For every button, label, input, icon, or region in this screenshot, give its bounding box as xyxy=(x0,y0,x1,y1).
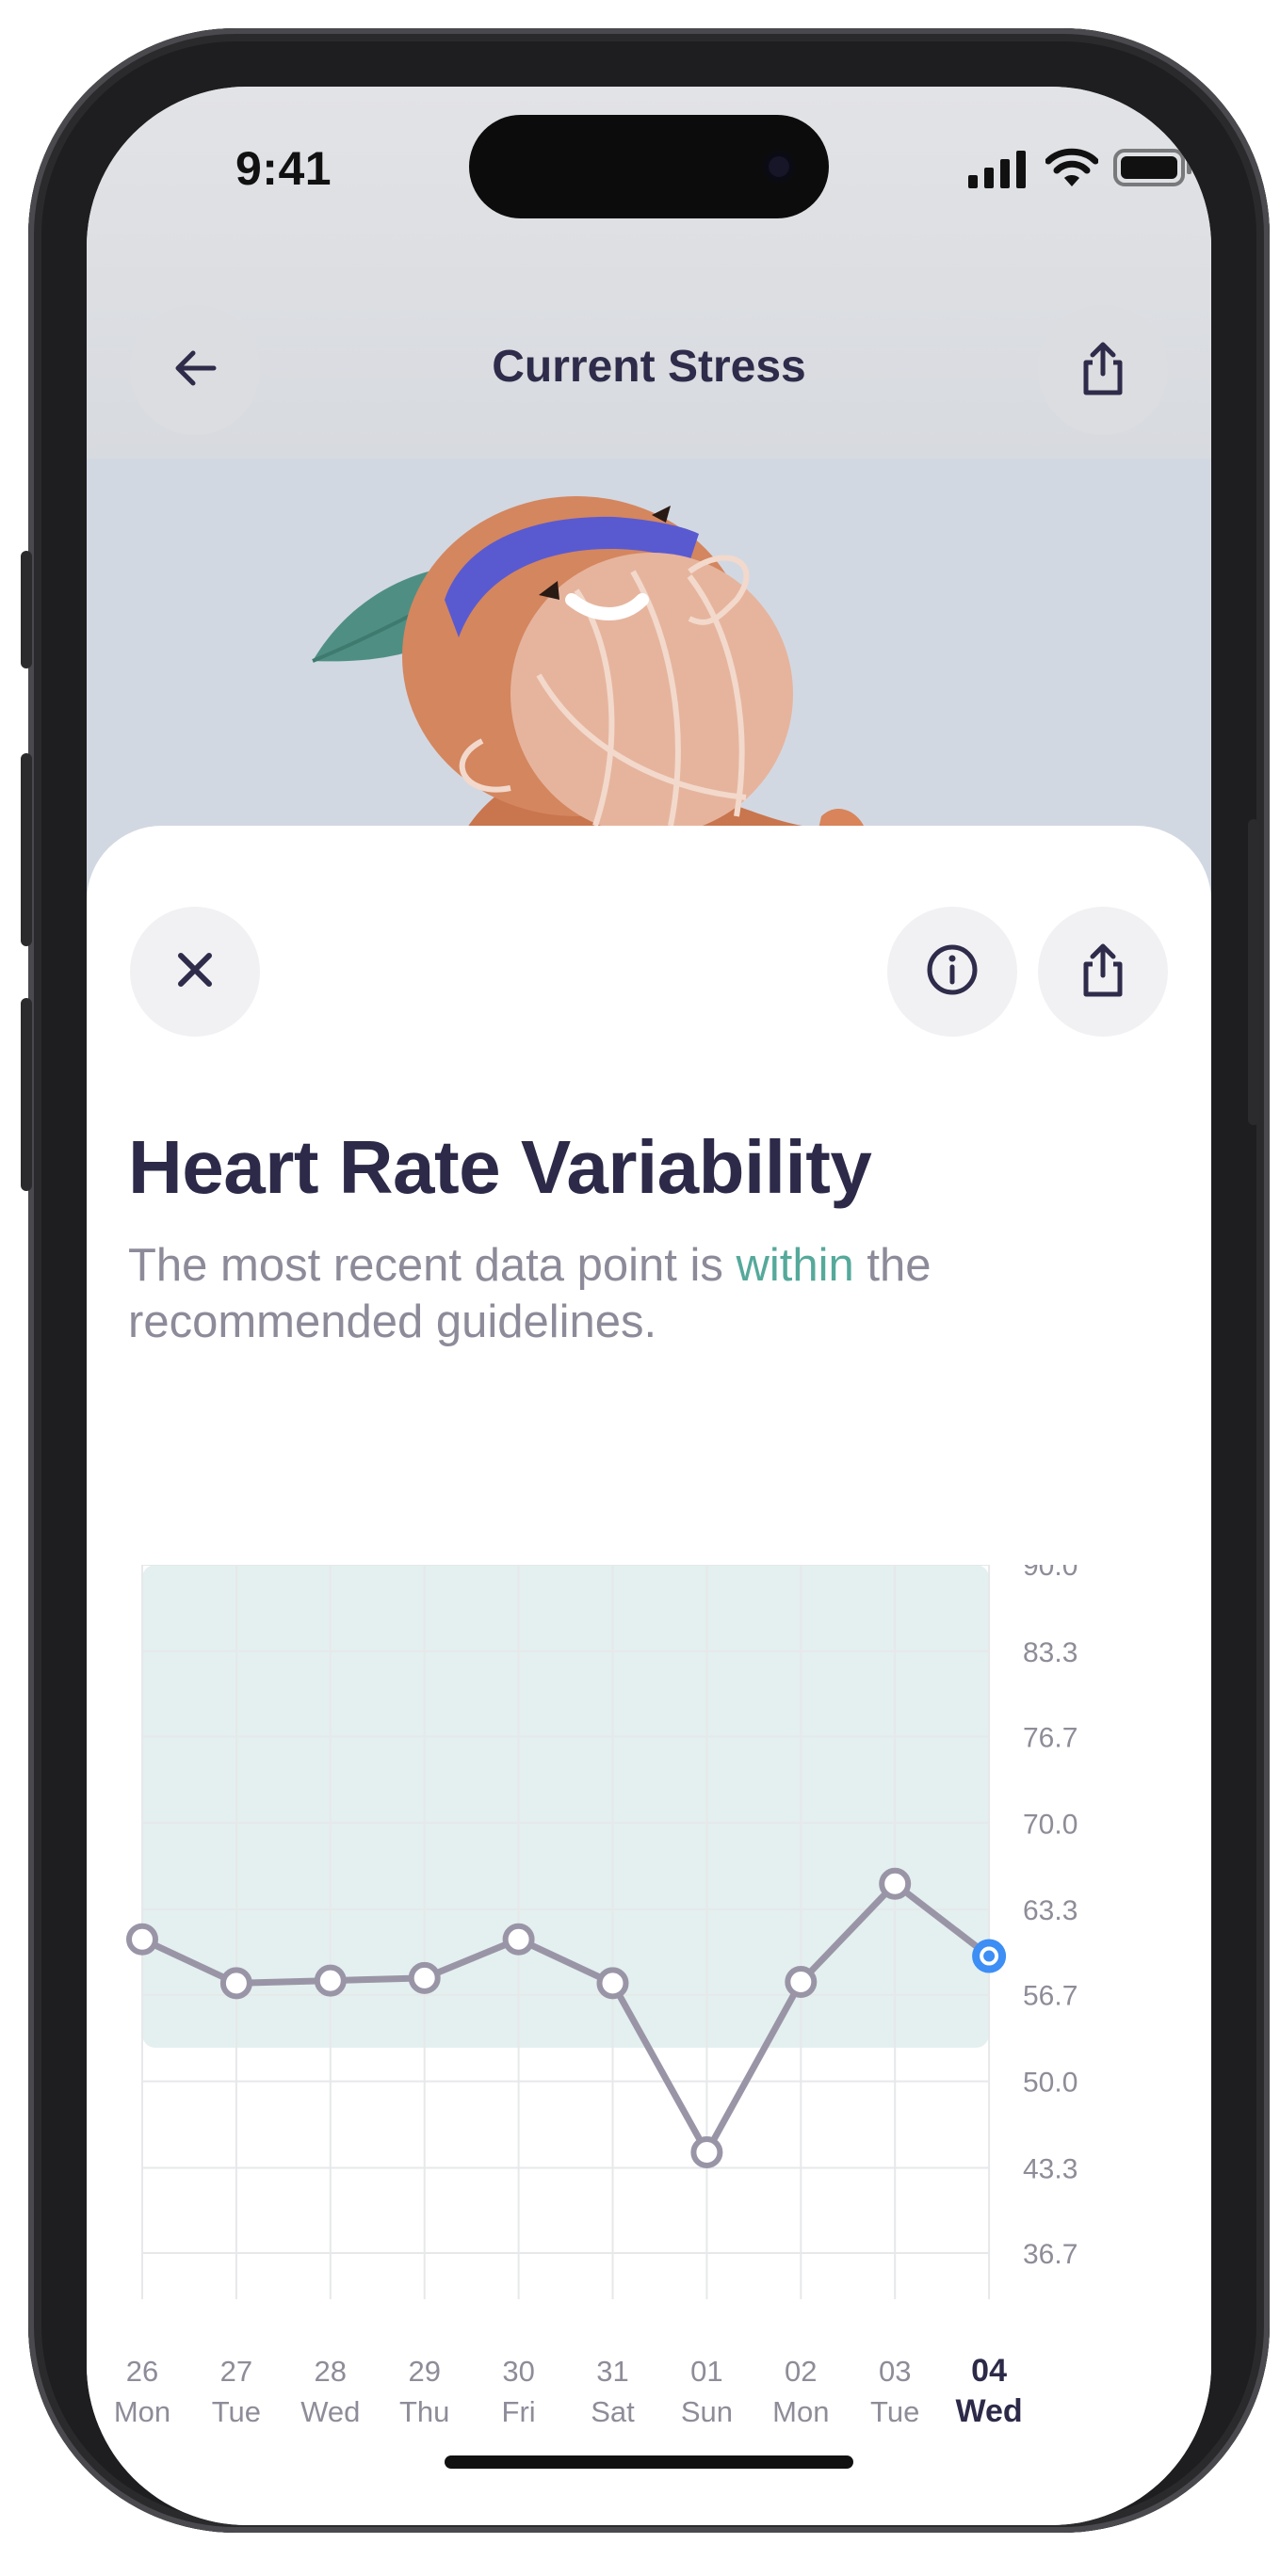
status-highlight: within xyxy=(736,1240,854,1291)
y-tick-label: 56.7 xyxy=(1023,1981,1077,2012)
screen: 9:41 Current Stress Heart Rate Variabili… xyxy=(87,87,1211,2525)
data-point xyxy=(219,1967,252,2000)
subtitle-text: The most recent data point is xyxy=(128,1240,737,1291)
x-tick-weekday: Thu xyxy=(399,2395,449,2428)
dynamic-island xyxy=(469,115,829,218)
y-tick-label: 83.3 xyxy=(1023,1637,1077,1668)
x-tick-day: 04 xyxy=(971,2353,1007,2389)
x-tick-weekday: Tue xyxy=(870,2395,919,2428)
info-button[interactable] xyxy=(887,907,1017,1037)
recommended-range-band xyxy=(142,1565,990,2048)
data-point xyxy=(879,1867,912,1900)
status-time: 9:41 xyxy=(235,142,332,195)
y-tick-label: 70.0 xyxy=(1023,1809,1077,1840)
data-point xyxy=(596,1967,629,2000)
close-icon xyxy=(173,948,217,996)
x-tick-weekday: Wed xyxy=(300,2395,360,2428)
y-tick-label: 63.3 xyxy=(1023,1895,1077,1926)
sheet-share-button[interactable] xyxy=(1038,907,1168,1037)
header-share-button[interactable] xyxy=(1038,305,1168,435)
x-tick-day: 02 xyxy=(785,2355,817,2388)
share-icon xyxy=(1075,942,1131,1003)
y-tick-label: 76.7 xyxy=(1023,1722,1077,1753)
battery-icon xyxy=(1113,149,1192,191)
close-button[interactable] xyxy=(130,907,260,1037)
x-tick-weekday: Sun xyxy=(681,2395,733,2428)
x-tick-day: 03 xyxy=(879,2355,911,2388)
volume-up-button xyxy=(21,753,32,946)
data-point xyxy=(126,1923,158,1956)
x-tick-day: 28 xyxy=(315,2355,347,2388)
action-button xyxy=(21,551,32,668)
y-tick-label: 90.0 xyxy=(1023,1565,1077,1582)
x-tick-day: 31 xyxy=(596,2355,628,2388)
x-tick-weekday: Sat xyxy=(591,2395,635,2428)
data-point xyxy=(408,1961,441,1994)
home-indicator xyxy=(445,2455,853,2469)
page-title: Heart Rate Variability xyxy=(128,1125,872,1209)
volume-down-button xyxy=(21,998,32,1191)
x-tick-weekday: Fri xyxy=(502,2395,536,2428)
selected-data-point-core xyxy=(983,1950,996,1962)
power-button xyxy=(1248,819,1259,1125)
hrv-line-chart: 90.0 83.3 76.7 70.0 63.3 56.7 50.0 43.3 36.7 26 Mo… xyxy=(114,1565,1077,2429)
x-tick-day: 01 xyxy=(690,2355,722,2388)
status-description: The most recent data point is within the… xyxy=(128,1237,1164,1350)
x-tick-day: 26 xyxy=(126,2355,158,2388)
info-icon xyxy=(924,942,980,1003)
x-tick-weekday: Mon xyxy=(772,2395,829,2428)
data-point xyxy=(502,1923,535,1956)
x-tick-weekday: Tue xyxy=(212,2395,261,2428)
wifi-icon xyxy=(1045,147,1099,193)
data-point xyxy=(785,1965,818,1998)
x-tick-weekday: Wed xyxy=(956,2393,1023,2429)
x-tick-day: 27 xyxy=(220,2355,252,2388)
x-tick-day: 29 xyxy=(408,2355,440,2388)
cellular-signal-icon xyxy=(968,151,1029,193)
y-tick-label: 50.0 xyxy=(1023,2068,1077,2099)
x-tick-weekday: Mon xyxy=(114,2395,170,2428)
data-point xyxy=(690,2136,723,2169)
x-tick-day: 30 xyxy=(502,2355,534,2388)
y-tick-label: 36.7 xyxy=(1023,2239,1077,2270)
share-icon xyxy=(1075,340,1131,401)
y-tick-label: 43.3 xyxy=(1023,2153,1077,2184)
data-point xyxy=(314,1964,347,1997)
